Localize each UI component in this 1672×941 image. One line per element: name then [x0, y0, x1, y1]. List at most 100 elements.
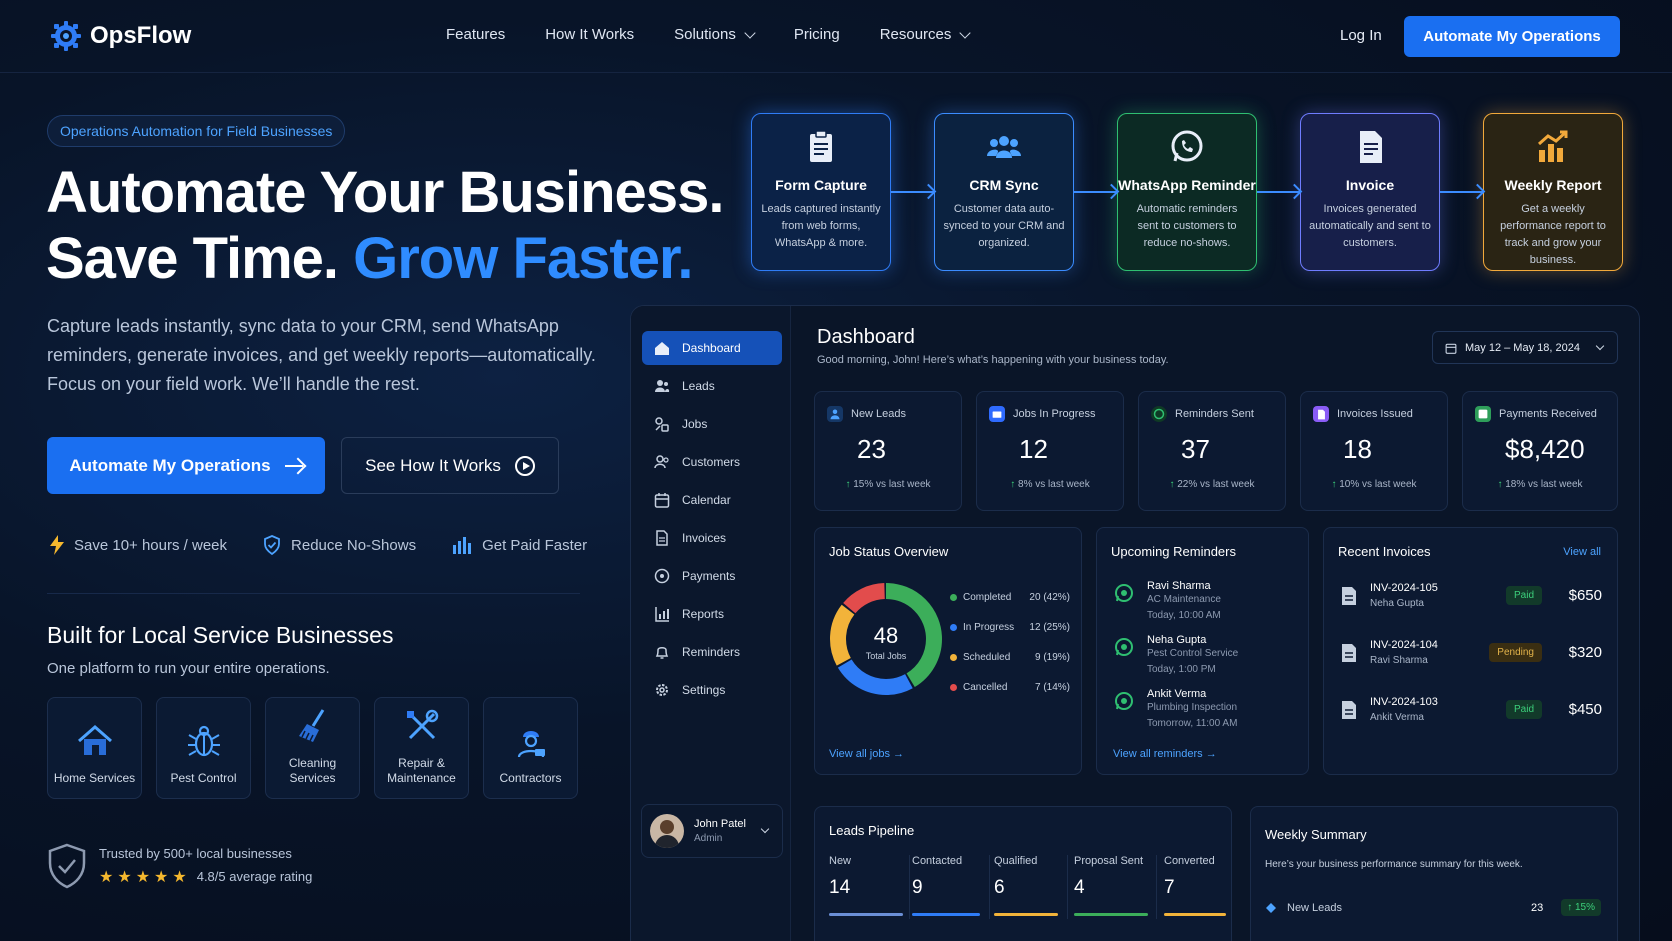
nav-how-it-works[interactable]: How It Works	[545, 26, 634, 43]
sidebar-item-settings[interactable]: Settings	[642, 673, 782, 707]
legend-value: 7 (14%)	[1034, 682, 1070, 693]
legend-label: Cancelled	[963, 682, 1008, 693]
sidebar-item-customers[interactable]: Customers	[642, 445, 782, 479]
sidebar-item-payments[interactable]: Payments	[642, 559, 782, 593]
legend-label: Scheduled	[963, 652, 1011, 663]
document-icon	[1342, 700, 1356, 719]
nav-links: Features How It Works Solutions Pricing …	[446, 26, 972, 43]
flow-arrow	[1440, 191, 1483, 193]
invoice-icon	[656, 530, 668, 546]
view-all-invoices-link[interactable]: View all	[1563, 546, 1601, 558]
chevron-down-icon	[744, 26, 756, 39]
flow-card-whatsapp-reminder[interactable]: WhatsApp Reminder Automatic reminders se…	[1117, 113, 1257, 271]
legend-label: Completed	[963, 592, 1012, 603]
sidebar-item-calendar[interactable]: Calendar	[642, 483, 782, 517]
sidebar-label: Invoices	[682, 531, 727, 545]
pipeline-stage[interactable]: Contacted 9	[912, 855, 980, 916]
reminder-item[interactable]: Ankit Verma Plumbing Inspection Tomorrow, …	[1113, 688, 1237, 732]
landing-page: OpsFlow Features How It Works Solutions …	[0, 0, 1672, 941]
status-badge: Paid	[1505, 700, 1542, 719]
weekly-subtitle: Here’s your business performance summary…	[1265, 859, 1523, 870]
invoice-amount: $450	[1568, 701, 1602, 718]
see-how-it-works-button[interactable]: See How It Works	[341, 437, 559, 494]
dashboard-preview: Dashboard Leads Jobs Customers Calendar …	[630, 305, 1640, 941]
nav-resources[interactable]: Resources	[880, 26, 972, 43]
stat-card-reminders-sent[interactable]: Reminders Sent 37 ↑ 22% vs last week	[1138, 391, 1286, 511]
stat-delta: ↑ 18% vs last week	[1475, 479, 1605, 490]
nav-cta-button[interactable]: Automate My Operations	[1404, 16, 1620, 57]
lightning-icon	[50, 535, 64, 555]
stat-delta-note: vs last week	[1032, 479, 1090, 490]
pipeline-stage[interactable]: Converted 7	[1164, 855, 1226, 916]
clipboard-icon	[810, 130, 832, 162]
tile-cleaning-services[interactable]: Cleaning Services	[265, 697, 360, 799]
automate-operations-button[interactable]: Automate My Operations	[47, 437, 325, 494]
rating: ★ ★ ★ ★ ★ 4.8/5 average rating	[99, 867, 312, 887]
reminder-item[interactable]: Neha Gupta Pest Control Service Today, 1:0…	[1113, 634, 1238, 678]
stat-card-new-leads[interactable]: New Leads 23 ↑ 15% vs last week	[814, 391, 962, 511]
tile-repair-maintenance[interactable]: Repair & Maintenance	[374, 697, 469, 799]
sidebar-item-reports[interactable]: Reports	[642, 597, 782, 631]
bell-icon	[655, 647, 669, 659]
nav-solutions[interactable]: Solutions	[674, 26, 756, 43]
stage-value: 14	[829, 877, 851, 898]
sidebar-item-jobs[interactable]: Jobs	[642, 407, 782, 441]
nav-pricing[interactable]: Pricing	[794, 26, 840, 43]
reminder-service: AC Maintenance	[1147, 594, 1221, 605]
brand-logo[interactable]: OpsFlow	[50, 20, 191, 52]
user-menu[interactable]: John Patel Admin	[641, 804, 783, 858]
user-name: John Patel	[694, 818, 746, 830]
reminder-item[interactable]: Ravi Sharma AC Maintenance Today, 10:00 AM	[1113, 580, 1221, 624]
sidebar-item-reminders[interactable]: Reminders	[642, 635, 782, 669]
reminder-name: Neha Gupta	[1147, 634, 1207, 646]
sidebar-item-leads[interactable]: Leads	[642, 369, 782, 403]
tile-home-services[interactable]: Home Services	[47, 697, 142, 799]
date-range-picker[interactable]: May 12 – May 18, 2024	[1432, 331, 1618, 364]
whatsapp-icon	[1115, 584, 1133, 602]
invoice-row[interactable]: INV-2024-103 Ankit Verma Paid $450	[1340, 696, 1602, 723]
view-all-reminders-link[interactable]: View all reminders →	[1113, 748, 1217, 760]
trust-info: Trusted by 500+ local businesses ★ ★ ★ ★ ★ 4…	[99, 846, 312, 887]
recent-invoices-panel: Recent Invoices View all INV-2024-105 Neh…	[1323, 527, 1618, 775]
sidebar-label: Leads	[682, 379, 715, 393]
legend-dot	[950, 684, 957, 691]
stat-delta: ↑ 10% vs last week	[1313, 479, 1435, 490]
stat-card-payments-received[interactable]: Payments Received $8,420 ↑ 18% vs last w…	[1462, 391, 1618, 511]
panel-title: Recent Invoices	[1338, 544, 1431, 559]
invoice-amount: $650	[1568, 587, 1602, 604]
status-badge: Paid	[1505, 586, 1542, 605]
flow-card-invoice[interactable]: Invoice Invoices generated automatically…	[1300, 113, 1440, 271]
sidebar-item-invoices[interactable]: Invoices	[642, 521, 782, 555]
star-icon: ★	[117, 868, 132, 886]
invoice-row[interactable]: INV-2024-104 Ravi Sharma Pending $320	[1340, 639, 1602, 666]
star-icon: ★	[154, 868, 169, 886]
pipeline-stage[interactable]: Qualified 6	[994, 855, 1058, 916]
sidebar-label: Payments	[682, 569, 736, 583]
stage-bar	[994, 913, 1058, 916]
flow-card-crm-sync[interactable]: CRM Sync Customer data auto-synced to yo…	[934, 113, 1074, 271]
view-all-jobs-link[interactable]: View all jobs →	[829, 748, 904, 760]
arrow-up-icon: ↑	[1010, 479, 1019, 490]
flow-desc: Invoices generated automatically and sen…	[1309, 203, 1431, 249]
stat-card-jobs-in-progress[interactable]: Jobs In Progress 12 ↑ 8% vs last week	[976, 391, 1124, 511]
flow-card-form-capture[interactable]: Form Capture Leads captured instantly fr…	[751, 113, 891, 271]
login-link[interactable]: Log In	[1340, 27, 1382, 44]
tile-contractors[interactable]: Contractors	[483, 697, 578, 799]
stat-label: Reminders Sent	[1175, 408, 1254, 420]
pipeline-stage[interactable]: New 14	[829, 855, 903, 916]
flow-desc: Customer data auto-synced to your CRM an…	[943, 203, 1065, 249]
legend-value: 12 (25%)	[1029, 622, 1070, 633]
stage-value: 9	[912, 877, 923, 898]
gear-logo-icon	[51, 21, 81, 51]
stat-card-invoices-issued[interactable]: Invoices Issued 18 ↑ 10% vs last week	[1300, 391, 1448, 511]
pipeline-stage[interactable]: Proposal Sent 4	[1074, 855, 1148, 916]
hero-title-line2: Save Time. Grow Faster.	[46, 226, 723, 292]
tile-pest-control[interactable]: Pest Control	[156, 697, 251, 799]
legend-item: In Progress 12 (25%)	[950, 622, 1070, 633]
invoice-row[interactable]: INV-2024-105 Neha Gupta Paid $650	[1340, 582, 1602, 609]
nav-features[interactable]: Features	[446, 26, 505, 43]
sidebar-item-dashboard[interactable]: Dashboard	[642, 331, 782, 365]
flow-card-weekly-report[interactable]: Weekly Report Get a weekly performance r…	[1483, 113, 1623, 271]
flow-title: Form Capture	[775, 177, 867, 193]
flow-desc: Automatic reminders sent to customers to…	[1136, 203, 1238, 249]
